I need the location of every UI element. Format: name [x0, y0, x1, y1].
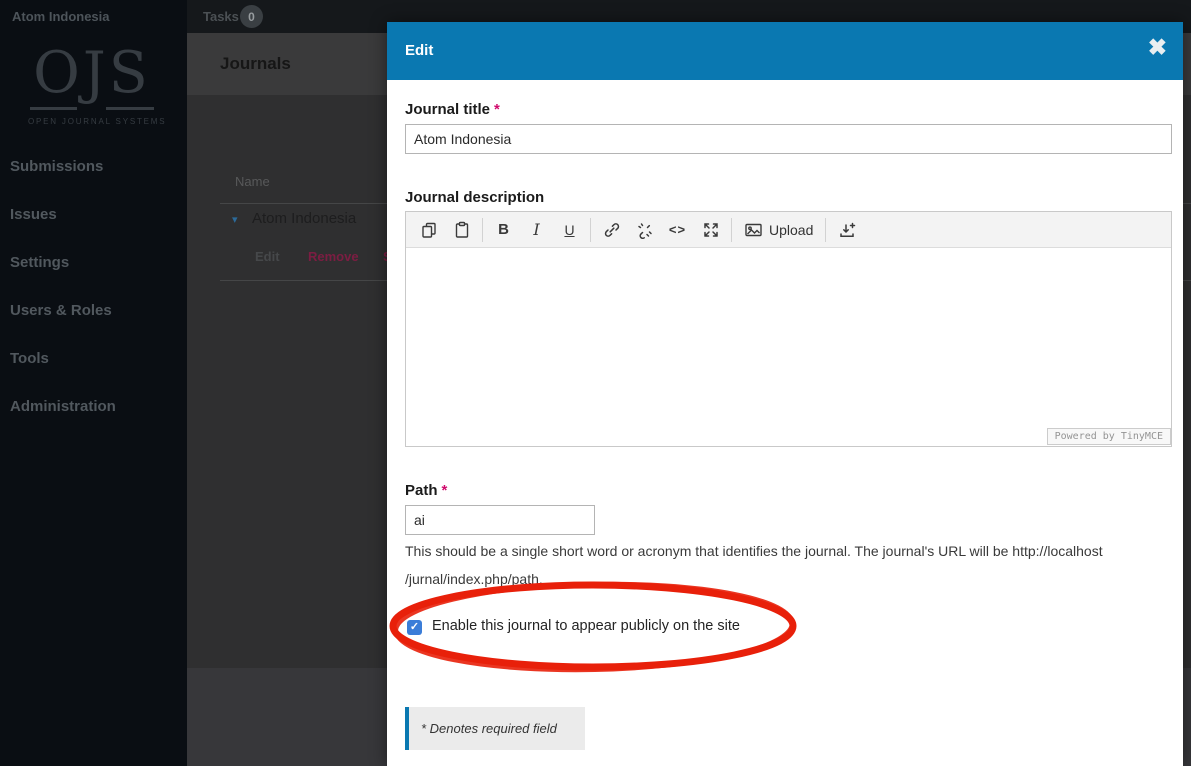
underline-button[interactable]: U — [553, 216, 586, 244]
row-expand-caret-icon[interactable]: ▾ — [232, 213, 238, 226]
journal-row-title[interactable]: Atom Indonesia — [252, 210, 356, 227]
tinymce-toolbar: B I U <> Upload — [406, 212, 1171, 248]
path-help-text: This should be a single short word or ac… — [405, 537, 1173, 593]
path-label: Path * — [405, 482, 448, 499]
modal-body: Journal title* Journal description B I — [387, 80, 1183, 766]
link-icon — [604, 222, 619, 237]
paste-button[interactable] — [445, 216, 478, 244]
row-action-edit[interactable]: Edit — [255, 249, 280, 264]
modal-title: Edit — [405, 42, 434, 59]
site-context-title: Atom Indonesia — [12, 9, 110, 24]
link-button[interactable] — [595, 216, 628, 244]
paste-icon — [455, 221, 468, 238]
sidebar: Atom Indonesia OJS OPEN JOURNAL SYSTEMS … — [0, 0, 187, 766]
upload-tray-icon — [840, 222, 856, 237]
journal-description-label: Journal description — [405, 189, 545, 206]
ojs-logo-underline — [28, 106, 156, 111]
sidebar-item-tools[interactable]: Tools — [10, 350, 180, 398]
description-edit-area[interactable] — [406, 248, 1171, 446]
sidebar-nav: Submissions Issues Settings Users & Role… — [10, 158, 180, 446]
copy-icon — [421, 222, 436, 238]
ojs-logo: OJS OPEN JOURNAL SYSTEMS — [28, 40, 167, 126]
toolbar-separator — [731, 217, 732, 242]
sidebar-item-issues[interactable]: Issues — [10, 206, 180, 254]
fullscreen-button[interactable] — [694, 216, 727, 244]
page-title: Journals — [220, 54, 291, 73]
sidebar-item-submissions[interactable]: Submissions — [10, 158, 180, 206]
modal-header: Edit ✖ — [387, 22, 1183, 80]
required-asterisk: * — [494, 101, 500, 118]
tasks-link[interactable]: Tasks — [203, 9, 239, 24]
enable-journal-checkbox[interactable]: ✓ — [407, 620, 422, 635]
ojs-logo-caption: OPEN JOURNAL SYSTEMS — [28, 116, 167, 126]
checkmark-icon: ✓ — [409, 621, 420, 633]
toolbar-separator — [590, 217, 591, 242]
sidebar-item-users-roles[interactable]: Users & Roles — [10, 302, 180, 350]
tasks-count-badge[interactable]: 0 — [240, 5, 263, 28]
path-help-line-2: /jurnal/index.php/path. — [405, 571, 543, 587]
row-action-remove[interactable]: Remove — [308, 249, 359, 264]
journal-title-label: Journal title * — [405, 101, 500, 118]
toolbar-separator — [482, 217, 483, 242]
journal-title-field[interactable] — [405, 124, 1172, 154]
sidebar-item-administration[interactable]: Administration — [10, 398, 180, 446]
close-icon[interactable]: ✖ — [1148, 36, 1167, 59]
edit-journal-modal: Edit ✖ Journal title* Journal descriptio… — [387, 22, 1183, 766]
ojs-logo-text: OJS — [33, 40, 151, 106]
italic-button[interactable]: I — [520, 216, 553, 244]
source-code-button[interactable]: <> — [661, 216, 694, 244]
journals-table-name-header: Name — [235, 174, 270, 189]
image-icon — [745, 223, 762, 236]
copy-button[interactable] — [412, 216, 445, 244]
sidebar-item-settings[interactable]: Settings — [10, 254, 180, 302]
unlink-icon — [637, 222, 652, 239]
path-field[interactable] — [405, 505, 595, 535]
image-upload-label: Upload — [769, 221, 814, 238]
path-help-line-1: This should be a single short word or ac… — [405, 543, 1103, 559]
image-upload-button[interactable]: Upload — [736, 216, 821, 244]
bold-button[interactable]: B — [487, 216, 520, 244]
unlink-button[interactable] — [628, 216, 661, 244]
description-rich-text-editor: B I U <> Upload Powered by TinyMCE — [405, 211, 1172, 447]
required-field-note: * Denotes required field — [405, 707, 585, 750]
fullscreen-icon — [703, 222, 718, 237]
file-upload-button[interactable] — [830, 216, 863, 244]
toolbar-separator — [825, 217, 827, 242]
enable-journal-label[interactable]: Enable this journal to appear publicly o… — [432, 618, 740, 634]
tinymce-powered-by[interactable]: Powered by TinyMCE — [1046, 428, 1171, 445]
required-asterisk: * — [441, 482, 448, 499]
